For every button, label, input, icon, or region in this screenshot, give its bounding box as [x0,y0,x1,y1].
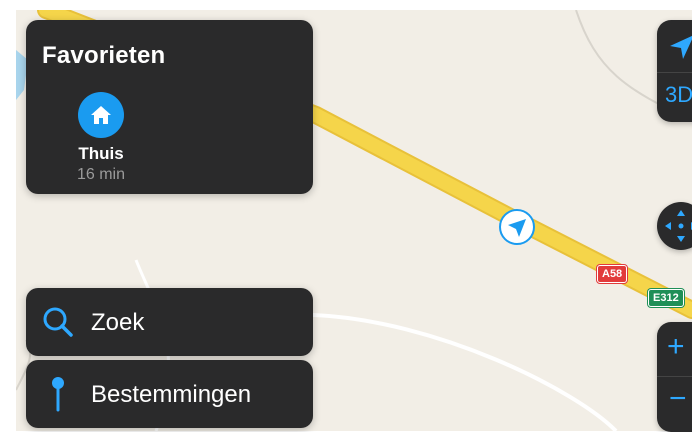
favorite-name: Thuis [78,144,124,163]
favorite-item-home[interactable]: Thuis 16 min [68,92,134,184]
favorite-eta: 16 min [76,166,126,183]
current-location-marker [499,209,535,245]
search-label: Zoek [91,309,145,336]
road-shield-a58: A58 [597,265,628,283]
map-mode-controls: 3D [657,20,692,122]
home-icon [78,92,124,138]
pan-arrows-icon [665,210,692,242]
zoom-in-button[interactable]: + [667,330,685,364]
location-arrow-icon [670,35,692,59]
destinations-label: Bestemmingen [91,381,252,408]
pin-icon [50,376,66,417]
zoom-controls: + − [657,322,692,432]
controls-divider [657,376,692,377]
locate-button[interactable] [657,20,692,72]
destinations-button[interactable]: Bestemmingen [26,360,313,428]
favorites-title: Favorieten [42,42,166,69]
search-icon [42,306,74,343]
pan-button[interactable] [657,202,692,250]
controls-divider [657,72,692,73]
three-d-button[interactable]: 3D [665,82,692,108]
road-shield-e312: E312 [648,289,684,307]
zoom-out-button[interactable]: − [669,382,687,416]
search-button[interactable]: Zoek [26,288,313,356]
favorites-panel: Favorieten Thuis 16 min [26,20,313,194]
